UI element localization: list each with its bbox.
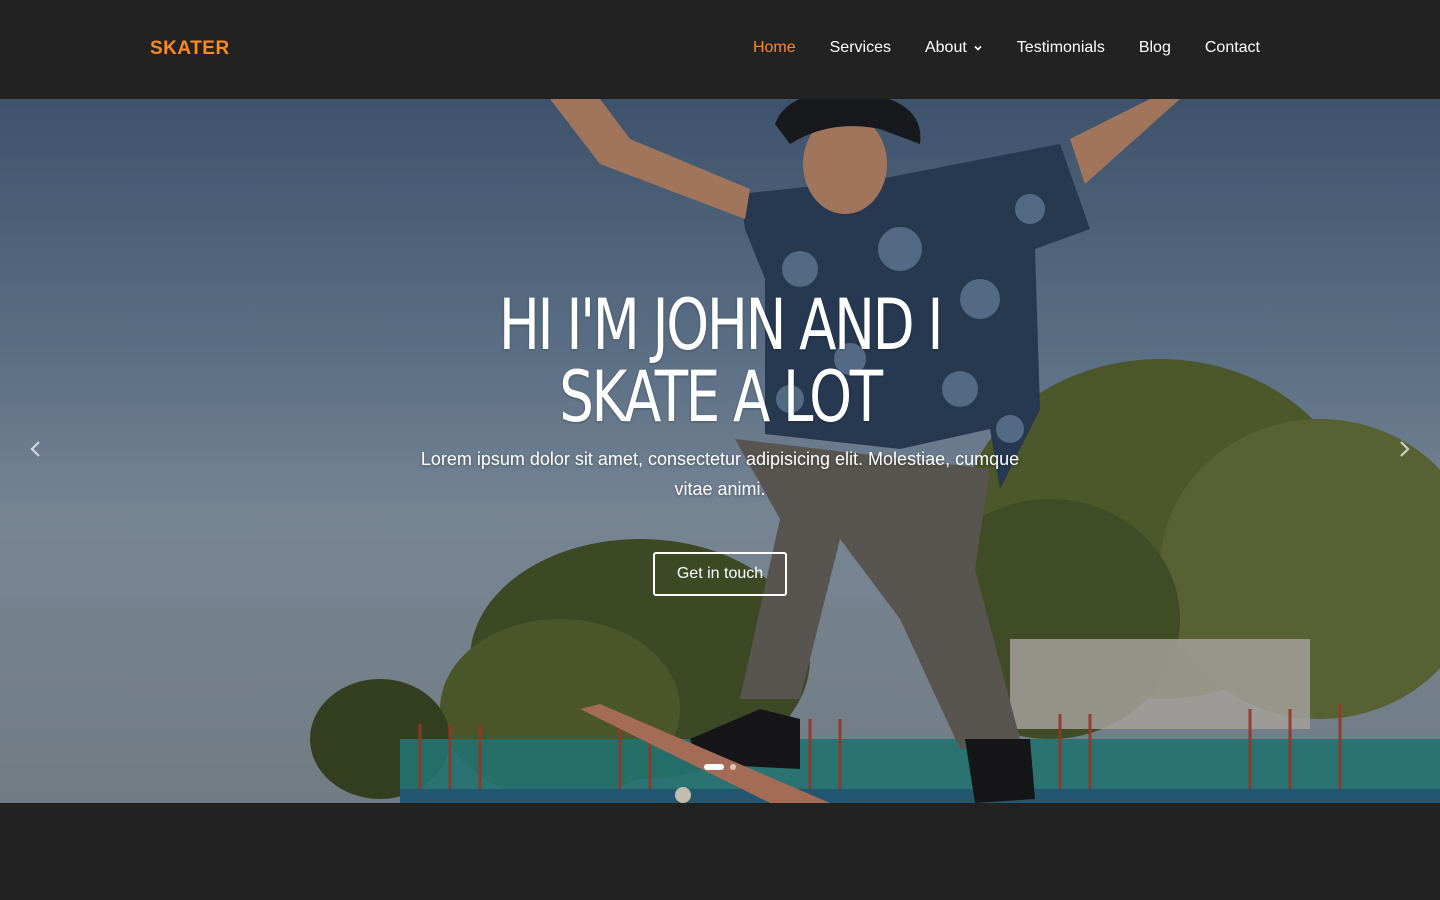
nav-about[interactable]: About	[925, 39, 983, 57]
carousel-indicator-1[interactable]	[704, 764, 724, 770]
carousel-prev-button[interactable]	[21, 434, 51, 464]
chevron-left-icon	[30, 441, 40, 457]
hero-carousel: HI I'M JOHN AND I SKATE A LOT Lorem ipsu…	[0, 99, 1440, 803]
nav-blog[interactable]: Blog	[1139, 39, 1171, 57]
carousel-indicator-2[interactable]	[730, 764, 736, 770]
chevron-right-icon	[1400, 441, 1410, 457]
carousel-indicators	[704, 764, 736, 770]
main-nav: Home Services About Testimonials Blog Co…	[753, 39, 1260, 57]
get-in-touch-button[interactable]: Get in touch	[653, 552, 787, 596]
chevron-down-icon	[974, 45, 982, 51]
carousel-next-button[interactable]	[1389, 434, 1419, 464]
nav-contact[interactable]: Contact	[1205, 39, 1260, 57]
hero-subtitle: Lorem ipsum dolor sit amet, consectetur …	[420, 449, 1020, 499]
hero-title: HI I'M JOHN AND I SKATE A LOT	[498, 284, 944, 438]
nav-services[interactable]: Services	[830, 39, 891, 57]
nav-home[interactable]: Home	[753, 39, 796, 57]
top-navbar: SKATER Home Services About Testimonials …	[0, 0, 1440, 99]
brand-logo[interactable]: SKATER	[150, 38, 230, 60]
nav-testimonials[interactable]: Testimonials	[1017, 39, 1105, 57]
nav-about-label: About	[924, 39, 967, 56]
